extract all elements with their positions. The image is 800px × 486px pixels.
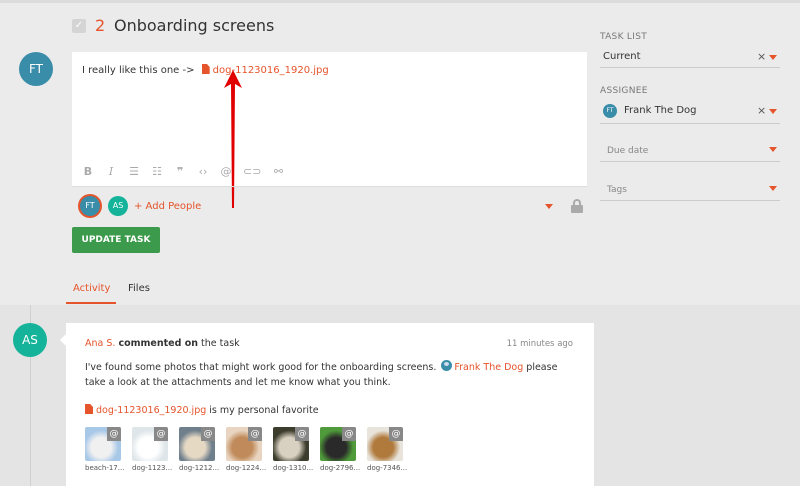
mention-badge-icon[interactable]: @ bbox=[248, 427, 262, 441]
clear-icon[interactable]: × bbox=[757, 104, 766, 117]
user-icon bbox=[441, 360, 453, 371]
activity-comment-card: Ana S. commented on the task 11 minutes … bbox=[66, 323, 594, 486]
assignee-avatar: FT bbox=[603, 104, 617, 118]
clear-icon[interactable]: × bbox=[757, 50, 766, 63]
assignee-value: Frank The Dog bbox=[624, 105, 697, 116]
mention-badge-icon[interactable]: @ bbox=[154, 427, 168, 441]
quote-icon[interactable]: ❞ bbox=[174, 165, 186, 178]
chevron-down-icon[interactable] bbox=[769, 109, 777, 114]
attachment-thumbnails: @ beach-17... @ dog-1123... @ dog-1212... @ dog… bbox=[85, 427, 408, 472]
tab-files[interactable]: Files bbox=[128, 283, 150, 294]
thumbnail-image[interactable]: @ bbox=[226, 427, 262, 461]
editor-content: I really like this one -> dog-1123016_19… bbox=[82, 64, 329, 76]
chevron-down-icon[interactable] bbox=[769, 186, 777, 191]
add-people-button[interactable]: + Add People bbox=[134, 201, 201, 212]
comment-target: the task bbox=[201, 338, 240, 349]
task-number: 2 bbox=[95, 16, 106, 35]
task-list-select[interactable]: Current × bbox=[600, 48, 780, 68]
task-title[interactable]: Onboarding screens bbox=[114, 16, 274, 35]
attachment-thumbnail[interactable]: @ dog-2796... bbox=[320, 427, 361, 472]
assignee-label: ASSIGNEE bbox=[600, 86, 648, 96]
italic-icon[interactable]: I bbox=[105, 165, 117, 178]
comment-text-before: I've found some photos that might work g… bbox=[85, 362, 437, 373]
comment-author-avatar: AS bbox=[13, 323, 47, 357]
due-date-placeholder: Due date bbox=[607, 146, 649, 156]
file-icon bbox=[201, 64, 210, 74]
thumbnail-image[interactable]: @ bbox=[273, 427, 309, 461]
attachment-thumbnail[interactable]: @ dog-1212... bbox=[179, 427, 220, 472]
bullet-list-icon[interactable]: ☰ bbox=[128, 165, 140, 178]
thumbnail-caption: dog-1310... bbox=[273, 464, 314, 472]
editor-toolbar: B I ☰ ☷ ❞ ‹› @ ⊂⊃ ⚯ bbox=[82, 164, 284, 178]
task-complete-checkbox[interactable]: ✓ bbox=[72, 19, 86, 33]
task-list-value: Current bbox=[603, 51, 641, 62]
people-row: FT AS + Add People bbox=[72, 186, 587, 224]
mention-link[interactable]: Frank The Dog bbox=[454, 362, 523, 373]
favorite-file-link[interactable]: dog-1123016_1920.jpg bbox=[96, 405, 206, 416]
attachment-thumbnail[interactable]: @ dog-1224... bbox=[226, 427, 267, 472]
due-date-field[interactable]: Due date bbox=[600, 142, 780, 162]
mention-badge-icon[interactable]: @ bbox=[389, 427, 403, 441]
bold-icon[interactable]: B bbox=[82, 165, 94, 178]
link-icon[interactable]: ⚯ bbox=[272, 165, 284, 178]
thumbnail-caption: dog-7346... bbox=[367, 464, 408, 472]
favorite-suffix: is my personal favorite bbox=[209, 405, 319, 416]
chevron-down-icon[interactable] bbox=[545, 204, 553, 209]
active-tab-indicator bbox=[66, 302, 116, 304]
numbered-list-icon[interactable]: ☷ bbox=[151, 165, 163, 178]
comment-timestamp: 11 minutes ago bbox=[506, 339, 573, 349]
mention-badge-icon[interactable]: @ bbox=[107, 427, 121, 441]
assigned-avatar-ft[interactable]: FT bbox=[80, 196, 100, 216]
attachment-thumbnail[interactable]: @ dog-7346... bbox=[367, 427, 408, 472]
mention-badge-icon[interactable]: @ bbox=[342, 427, 356, 441]
tags-field[interactable]: Tags bbox=[600, 181, 780, 201]
mention-badge-icon[interactable]: @ bbox=[295, 427, 309, 441]
task-list-label: TASK LIST bbox=[600, 32, 648, 42]
file-icon bbox=[85, 404, 93, 414]
lock-icon[interactable] bbox=[571, 199, 583, 213]
thumbnail-image[interactable]: @ bbox=[85, 427, 121, 461]
thumbnail-image[interactable]: @ bbox=[132, 427, 168, 461]
attachment-thumbnail[interactable]: @ dog-1310... bbox=[273, 427, 314, 472]
thumbnail-image[interactable]: @ bbox=[320, 427, 356, 461]
update-task-button[interactable]: UPDATE TASK bbox=[72, 227, 160, 253]
comment-header: Ana S. commented on the task bbox=[85, 338, 240, 349]
thumbnail-caption: dog-1212... bbox=[179, 464, 220, 472]
thumbnail-image[interactable]: @ bbox=[367, 427, 403, 461]
attachment-thumbnail[interactable]: @ beach-17... bbox=[85, 427, 125, 472]
tab-activity[interactable]: Activity bbox=[73, 283, 110, 294]
thumbnail-caption: dog-1123... bbox=[132, 464, 173, 472]
code-icon[interactable]: ‹› bbox=[197, 165, 209, 178]
thumbnail-image[interactable]: @ bbox=[179, 427, 215, 461]
chevron-down-icon[interactable] bbox=[769, 147, 777, 152]
mention-badge-icon[interactable]: @ bbox=[201, 427, 215, 441]
thumbnail-caption: beach-17... bbox=[85, 464, 125, 472]
tags-placeholder: Tags bbox=[607, 185, 627, 195]
thumbnail-caption: dog-1224... bbox=[226, 464, 267, 472]
task-description-editor[interactable]: I really like this one -> dog-1123016_19… bbox=[72, 52, 587, 186]
attachment-icon[interactable]: ⊂⊃ bbox=[243, 165, 261, 178]
comment-author[interactable]: Ana S. bbox=[85, 338, 115, 349]
chevron-down-icon[interactable] bbox=[769, 55, 777, 60]
comment-action: commented on bbox=[118, 338, 198, 349]
thumbnail-caption: dog-2796... bbox=[320, 464, 361, 472]
assigned-avatar-as[interactable]: AS bbox=[108, 196, 128, 216]
favorite-line: dog-1123016_1920.jpg is my personal favo… bbox=[85, 404, 319, 416]
assignee-select[interactable]: FT Frank The Dog × bbox=[600, 100, 780, 124]
current-user-avatar: FT bbox=[19, 52, 53, 86]
attachment-thumbnail[interactable]: @ dog-1123... bbox=[132, 427, 173, 472]
comment-body: I've found some photos that might work g… bbox=[85, 360, 575, 390]
editor-text-prefix: I really like this one -> bbox=[82, 65, 195, 76]
